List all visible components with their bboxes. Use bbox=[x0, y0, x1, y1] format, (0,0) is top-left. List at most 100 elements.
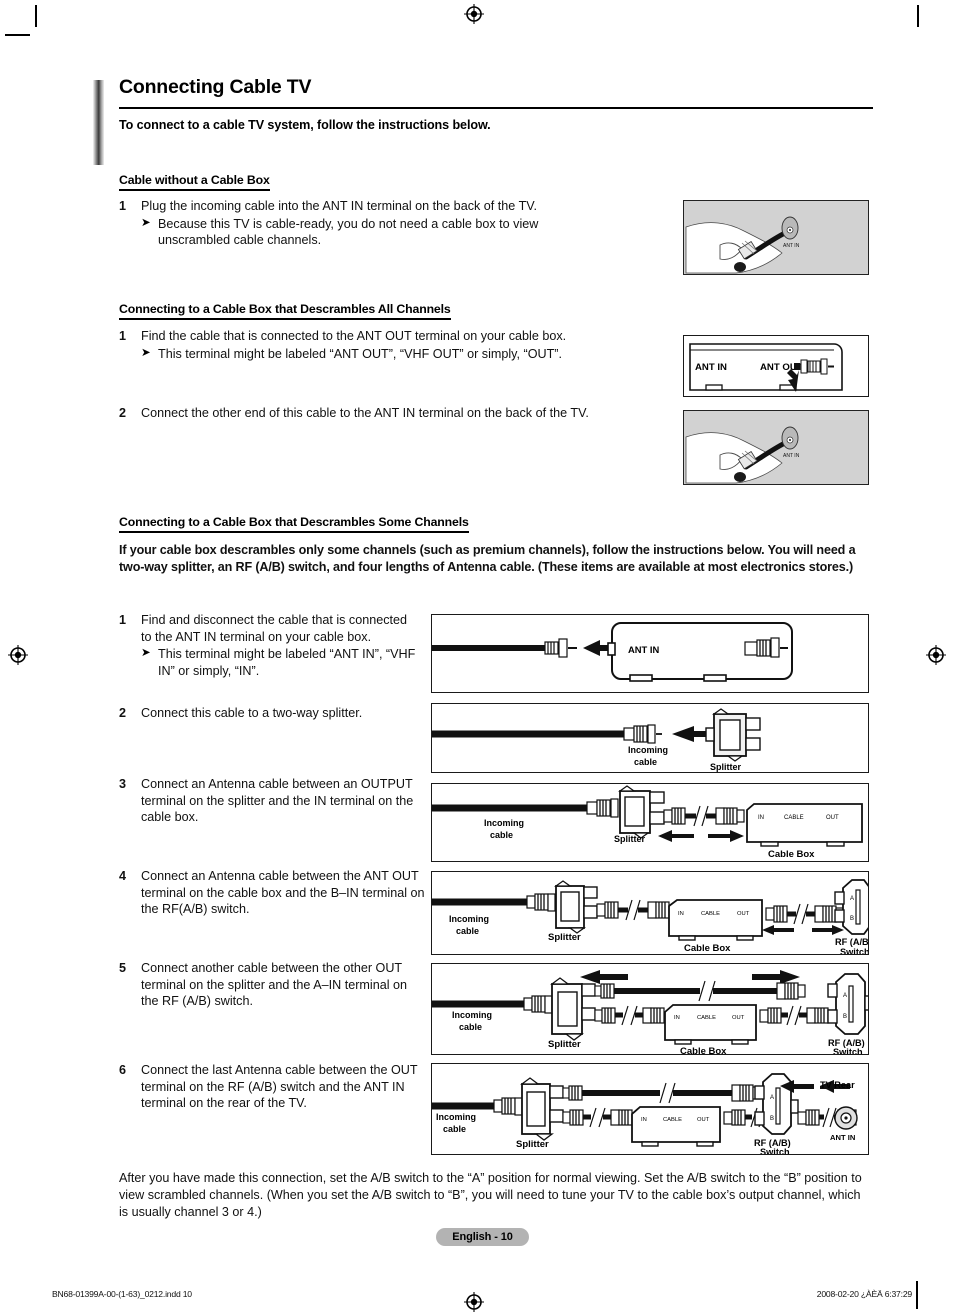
diagram-label-incoming-line1: Incoming bbox=[452, 1010, 492, 1020]
diagram-label-switch-a: A bbox=[770, 1095, 774, 1101]
diagram-label-splitter: Splitter bbox=[710, 762, 742, 772]
illustration-hand-ant-in-2: ANT IN bbox=[683, 410, 869, 485]
section-heading-descrambles-all: Connecting to a Cable Box that Descrambl… bbox=[119, 302, 451, 320]
step-3-6: 6 Connect the last Antenna cable between… bbox=[119, 1062, 424, 1112]
step-number: 1 bbox=[119, 199, 127, 213]
page-number-badge: English - 10 bbox=[436, 1228, 529, 1246]
diagram-label-incoming-line1: Incoming bbox=[449, 914, 489, 924]
diagram-label-box-in: IN bbox=[758, 815, 764, 821]
step-note-text: This terminal might be labeled “ANT IN”,… bbox=[158, 647, 416, 679]
diagram-label-incoming-line2: cable bbox=[634, 757, 657, 767]
step-number: 1 bbox=[119, 329, 127, 343]
step-text: Connect the last Antenna cable between t… bbox=[141, 1063, 418, 1111]
section-3-closing: After you have made this connection, set… bbox=[119, 1171, 862, 1219]
step-number: 6 bbox=[119, 1063, 127, 1077]
registration-mark-left bbox=[8, 645, 28, 665]
step-1-1: 1 Plug the incoming cable into the ANT I… bbox=[119, 198, 689, 249]
diagram-label-box-in: IN bbox=[674, 1015, 680, 1021]
section-3-intro: If your cable box descrambles only some … bbox=[119, 543, 856, 574]
diagram-label-box-in: IN bbox=[678, 911, 684, 917]
step-note: ➤ This terminal might be labeled “ANT IN… bbox=[141, 646, 419, 679]
diagram-label-incoming-line1: Incoming bbox=[484, 818, 524, 828]
connector-icon bbox=[586, 798, 619, 818]
cable-box-icon: IN CABLE OUT bbox=[668, 899, 763, 941]
crop-mark-top-left-h bbox=[5, 34, 30, 36]
step-number: 2 bbox=[119, 406, 127, 420]
step-text: Find the cable that is connected to the … bbox=[141, 329, 567, 343]
diagram-label-incoming-line2: cable bbox=[456, 926, 479, 936]
diagram-label-tv-rear: TV Rear bbox=[820, 1080, 855, 1090]
diagram-label-box-in: IN bbox=[641, 1117, 647, 1123]
diagram-label-rf-line1: RF (A/B) bbox=[835, 937, 869, 947]
illustration-diagram-4: Incoming cable Splitter IN CABLE OUT Cab… bbox=[431, 871, 869, 955]
registration-mark-right bbox=[926, 645, 946, 665]
footer-file-name: BN68-01399A-00-(1-63)_0212.indd 10 bbox=[52, 1289, 192, 1299]
step-3-1: 1 Find and disconnect the cable that is … bbox=[119, 612, 424, 680]
diagram-label-box-cable: CABLE bbox=[701, 911, 720, 917]
step-text: Connect this cable to a two-way splitter… bbox=[141, 706, 363, 720]
step-text: Connect the other end of this cable to t… bbox=[141, 406, 589, 420]
connector-icon bbox=[493, 1097, 523, 1116]
diagram-label-splitter: Splitter bbox=[614, 834, 646, 844]
illustration-diagram-2: Incoming cable Splitter bbox=[431, 703, 869, 773]
manual-page: Connecting Cable TV To connect to a cabl… bbox=[0, 0, 954, 1313]
diagram-label-box-cable: CABLE bbox=[697, 1015, 716, 1021]
diagram-label-ant-in: ANT IN bbox=[830, 1133, 855, 1142]
bullet-arrow-icon: ➤ bbox=[141, 346, 151, 359]
illustration-cable-box-ant-out: ANT IN ANT OUT bbox=[683, 335, 869, 397]
diagram-label-cable-box: Cable Box bbox=[684, 943, 731, 954]
step-3-4: 4 Connect an Antenna cable between the A… bbox=[119, 868, 434, 918]
diagram-label-splitter: Splitter bbox=[548, 932, 581, 943]
step-2-1: 1 Find the cable that is connected to th… bbox=[119, 328, 689, 362]
diagram-label-splitter: Splitter bbox=[516, 1139, 549, 1150]
crop-mark-top-right-v bbox=[917, 5, 919, 27]
step-number: 3 bbox=[119, 777, 127, 791]
diagram-label-incoming-line2: cable bbox=[459, 1022, 482, 1032]
tv-ant-in-jack-icon bbox=[834, 1106, 858, 1130]
diagram-label-incoming-line2: cable bbox=[443, 1124, 466, 1134]
diagram-label-box-out: OUT bbox=[737, 911, 750, 917]
diagram-label-cable-box: Cable Box bbox=[768, 849, 815, 860]
section-heading-cable-without-box: Cable without a Cable Box bbox=[119, 173, 270, 191]
illustration-diagram-6: Incoming cable Splitter IN CABLE OUT A B… bbox=[431, 1063, 869, 1155]
crop-mark-bottom-right-v bbox=[916, 1281, 918, 1309]
diagram-label-cable-box: Cable Box bbox=[680, 1046, 727, 1055]
step-3-5: 5 Connect another cable between the othe… bbox=[119, 960, 424, 1010]
illustration-label-ant-in: ANT IN bbox=[783, 453, 800, 459]
diagram-label-rf-line2: Switch bbox=[840, 947, 869, 955]
diagram-label-box-out: OUT bbox=[732, 1015, 745, 1021]
step-text: Plug the incoming cable into the ANT IN … bbox=[141, 199, 538, 213]
diagram-label-incoming-line1: Incoming bbox=[628, 745, 668, 755]
diagram-label-incoming-line2: cable bbox=[490, 830, 513, 840]
step-note-text: Because this TV is cable-ready, you do n… bbox=[158, 216, 539, 248]
diagram-label-incoming-line1: Incoming bbox=[436, 1112, 476, 1122]
crop-mark-top-left-v bbox=[35, 5, 37, 27]
title-accent-bar bbox=[93, 80, 104, 165]
step-number: 1 bbox=[119, 613, 127, 627]
step-text: Connect an Antenna cable between an OUTP… bbox=[141, 777, 414, 825]
registration-mark-bottom bbox=[464, 1292, 484, 1312]
diagram-label-rf-line2: Switch bbox=[760, 1147, 790, 1155]
illustration-label-ant-in: ANT IN bbox=[783, 243, 800, 249]
cable-box-icon: IN CABLE OUT bbox=[631, 1106, 721, 1147]
diagram-label-box-out: OUT bbox=[697, 1117, 710, 1123]
step-3-2: 2 Connect this cable to a two-way splitt… bbox=[119, 705, 424, 722]
step-number: 4 bbox=[119, 869, 127, 883]
diagram-label-rf-line2: Switch bbox=[833, 1047, 863, 1055]
step-note: ➤ Because this TV is cable-ready, you do… bbox=[141, 216, 608, 249]
registration-mark-top bbox=[464, 4, 484, 24]
diagram-label-splitter: Splitter bbox=[548, 1039, 581, 1050]
illustration-label-ant-in: ANT IN bbox=[695, 362, 727, 373]
page-subtitle: To connect to a cable TV system, follow … bbox=[119, 118, 491, 132]
cable-box-icon: IN CABLE OUT bbox=[746, 803, 863, 847]
step-3-3: 3 Connect an Antenna cable between an OU… bbox=[119, 776, 424, 826]
step-note: ➤ This terminal might be labeled “ANT OU… bbox=[141, 346, 628, 363]
step-number: 2 bbox=[119, 706, 127, 720]
illustration-diagram-5: Incoming cable Splitter IN CABLE OUT Cab… bbox=[431, 963, 869, 1055]
step-number: 5 bbox=[119, 961, 127, 975]
diagram-label-switch-b: B bbox=[770, 1116, 774, 1122]
diagram-label-switch-a: A bbox=[843, 993, 847, 999]
diagram-label-switch-b: B bbox=[850, 916, 854, 922]
step-text: Connect an Antenna cable between the ANT… bbox=[141, 869, 425, 917]
illustration-hand-ant-in-1: ANT IN bbox=[683, 200, 869, 275]
